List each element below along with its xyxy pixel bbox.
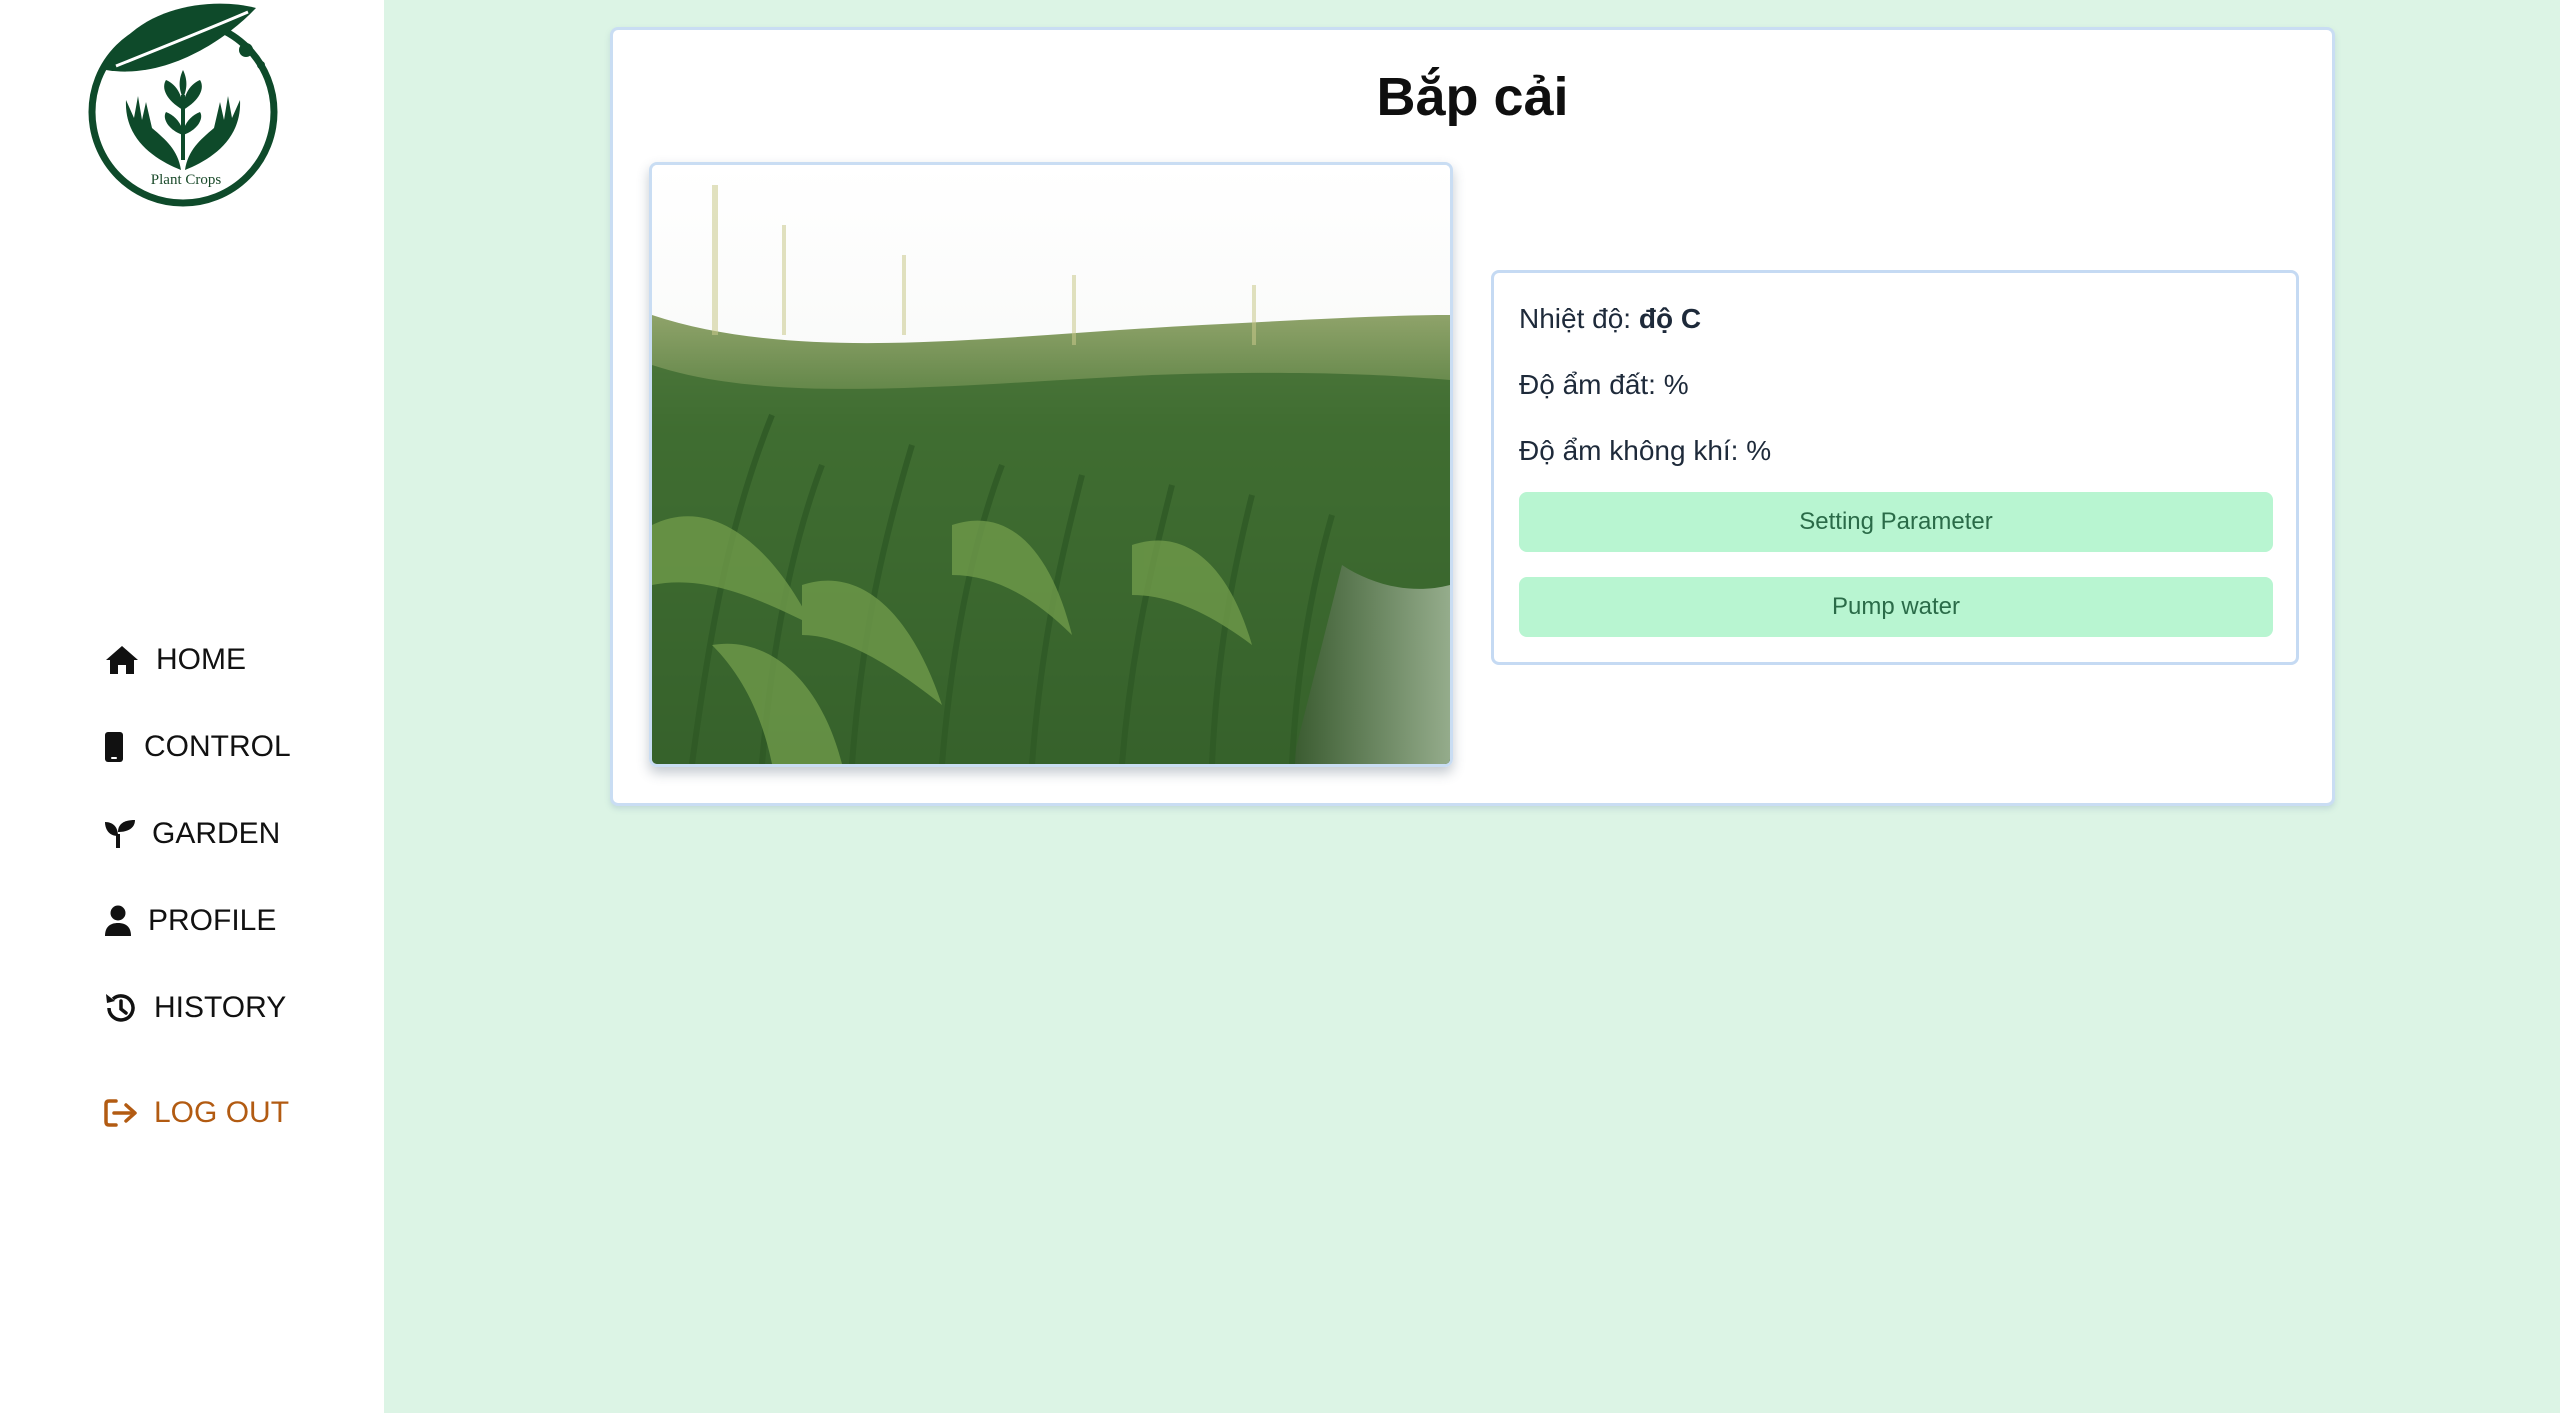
pump-water-button[interactable]: Pump water	[1519, 577, 2273, 637]
soil-humidity-text: Độ ẩm đất: %	[1519, 369, 1689, 400]
logout-button[interactable]: LOG OUT	[104, 1083, 289, 1143]
logout-label: LOG OUT	[154, 1096, 290, 1129]
sidebar-item-profile[interactable]: PROFILE	[104, 891, 276, 951]
setting-parameter-button[interactable]: Setting Parameter	[1519, 492, 2273, 552]
air-humidity-text: Độ ẩm không khí: %	[1519, 435, 1772, 466]
sidebar-item-control[interactable]: CONTROL	[104, 717, 291, 777]
sidebar-item-history[interactable]: HISTORY	[104, 978, 286, 1038]
mobile-icon	[104, 731, 124, 763]
seedling-icon	[104, 818, 136, 850]
sidebar-item-garden[interactable]: GARDEN	[104, 804, 280, 864]
sidebar-item-label: HISTORY	[154, 991, 287, 1024]
sidebar-item-label: PROFILE	[148, 904, 277, 937]
plant-detail-card: Bắp cải Nhiệt độ: độ C Độ ẩm đất: % Độ ẩ…	[610, 27, 2335, 806]
corn-field-image	[652, 165, 1450, 764]
sidebar-item-label: HOME	[156, 643, 246, 676]
sidebar: Plant Crops HOME CONTROL GARDEN PROFILE …	[0, 0, 384, 1413]
home-icon	[104, 644, 140, 676]
plant-crops-logo[interactable]: Plant Crops	[86, 0, 286, 210]
page-title: Bắp cải	[1376, 67, 1569, 127]
logout-icon	[104, 1098, 138, 1128]
history-icon	[104, 991, 138, 1025]
sensor-info-box: Nhiệt độ: độ C Độ ẩm đất: % Độ ẩm không …	[1491, 270, 2299, 665]
user-icon	[104, 905, 132, 937]
sidebar-item-label: GARDEN	[152, 817, 281, 850]
temperature-text: Nhiệt độ: độ C	[1519, 303, 1701, 335]
plant-image	[649, 162, 1453, 767]
temperature-label: Nhiệt độ:	[1519, 303, 1639, 334]
sidebar-item-label: CONTROL	[144, 730, 291, 763]
logo-text: Plant Crops	[150, 172, 222, 188]
sidebar-item-home[interactable]: HOME	[104, 630, 246, 690]
temperature-value: độ C	[1638, 303, 1702, 334]
